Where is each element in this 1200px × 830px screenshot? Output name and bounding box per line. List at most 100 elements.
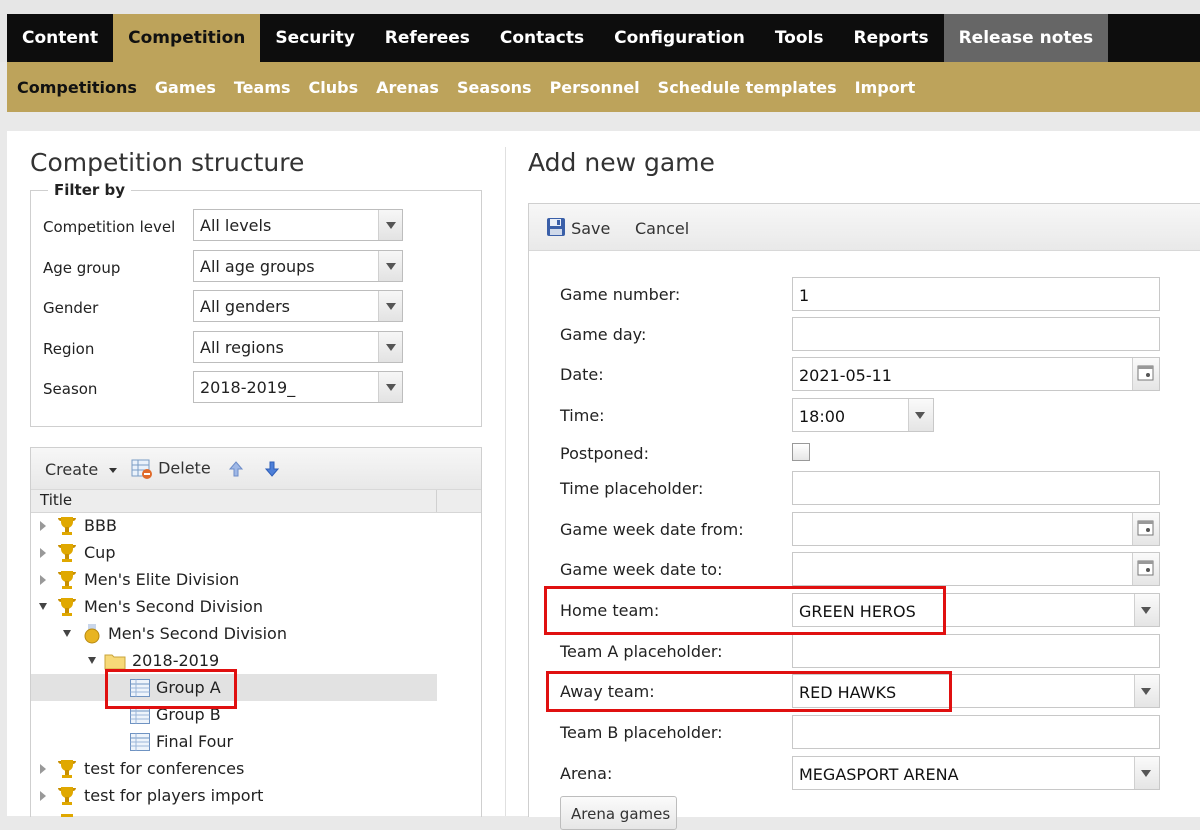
delete-button[interactable]: Delete	[131, 458, 211, 480]
tree-node[interactable]: test for players import	[31, 782, 437, 809]
expand-arrow-icon[interactable]	[40, 764, 46, 774]
field-label: Game week date from:	[560, 520, 744, 539]
expand-arrow-icon[interactable]	[40, 575, 46, 585]
chevron-down-icon[interactable]	[378, 372, 402, 402]
collapse-arrow-icon[interactable]	[88, 657, 96, 664]
tree-node-label: Group B	[156, 705, 221, 724]
subnav-import[interactable]: Import	[846, 78, 925, 97]
subnav-personnel[interactable]: Personnel	[541, 78, 649, 97]
week-date-to-input[interactable]	[792, 552, 1160, 586]
tree-node[interactable]: Men's Elite Division	[31, 566, 437, 593]
expand-arrow-icon[interactable]	[40, 548, 46, 558]
tree-node-label: test for conferences	[84, 759, 245, 778]
postponed-checkbox[interactable]	[792, 443, 810, 461]
nav-security[interactable]: Security	[260, 14, 369, 62]
nav-competition[interactable]: Competition	[113, 14, 261, 62]
chevron-down-icon[interactable]	[1134, 675, 1159, 707]
medal-icon	[84, 624, 100, 644]
filter-legend: Filter by	[48, 181, 132, 199]
team-b-placeholder-input[interactable]	[792, 715, 1160, 749]
chevron-down-icon[interactable]	[908, 399, 933, 431]
save-label: Save	[571, 219, 611, 238]
caret-down-icon	[109, 468, 118, 473]
chevron-down-icon[interactable]	[378, 291, 402, 321]
tree-node[interactable]: Final Four	[31, 728, 437, 755]
collapse-arrow-icon[interactable]	[39, 603, 47, 610]
expand-arrow-icon[interactable]	[40, 791, 46, 801]
chevron-down-icon[interactable]	[378, 210, 402, 240]
nav-contacts[interactable]: Contacts	[485, 14, 599, 62]
delete-label: Delete	[158, 458, 211, 478]
input-value: 1	[799, 286, 810, 305]
cancel-button[interactable]: Cancel	[635, 219, 689, 238]
team-a-placeholder-input[interactable]	[792, 634, 1160, 668]
subnav-games[interactable]: Games	[146, 78, 225, 97]
date-input[interactable]: 2021-05-11	[792, 357, 1160, 391]
chevron-down-icon[interactable]	[378, 251, 402, 281]
calendar-icon[interactable]	[1132, 553, 1159, 585]
save-button[interactable]: Save	[546, 217, 610, 238]
subnav-seasons[interactable]: Seasons	[448, 78, 541, 97]
nav-release-notes[interactable]: Release notes	[943, 14, 1109, 62]
competition-level-select[interactable]: All levels	[193, 209, 403, 241]
tree-node[interactable]: test for conferences	[31, 755, 437, 782]
chevron-down-icon[interactable]	[1134, 757, 1159, 789]
column-separator	[436, 490, 437, 512]
nav-content[interactable]: Content	[7, 14, 113, 62]
gender-select[interactable]: All genders	[193, 290, 403, 322]
input-value: MEGASPORT ARENA	[799, 765, 959, 784]
calendar-glyph-icon	[1137, 365, 1154, 381]
move-up-icon[interactable]	[229, 461, 243, 477]
form-row-home-team: Home team: GREEN HEROS	[529, 593, 1200, 627]
nav-tools[interactable]: Tools	[760, 14, 839, 62]
tree-node[interactable]: Men's Second Division	[31, 620, 437, 647]
nav-configuration[interactable]: Configuration	[599, 14, 760, 62]
filter-row-level: Competition level All levels	[43, 209, 473, 243]
subnav-clubs[interactable]: Clubs	[300, 78, 368, 97]
game-number-input[interactable]: 1	[792, 277, 1160, 311]
collapse-arrow-icon[interactable]	[63, 630, 71, 637]
tree-node-label: Men's Second Division	[84, 597, 263, 616]
form-row-game-number: Game number: 1	[529, 277, 1200, 311]
calendar-icon[interactable]	[1132, 513, 1159, 545]
home-team-select[interactable]: GREEN HEROS	[792, 593, 1160, 627]
subnav-arenas[interactable]: Arenas	[367, 78, 448, 97]
chevron-down-icon[interactable]	[1134, 594, 1159, 626]
time-placeholder-input[interactable]	[792, 471, 1160, 505]
calendar-icon[interactable]	[1132, 358, 1159, 390]
dropdown-arrow-icon	[1141, 688, 1151, 695]
arena-select[interactable]: MEGASPORT ARENA	[792, 756, 1160, 790]
tree-node[interactable]: BBB	[31, 512, 437, 539]
season-select[interactable]: 2018-2019_	[193, 371, 403, 403]
chevron-down-icon[interactable]	[378, 332, 402, 362]
field-label: Team B placeholder:	[560, 723, 723, 742]
arena-games-button[interactable]: Arena games	[560, 796, 677, 830]
tree-node-label: BBB	[84, 516, 117, 535]
nav-reports[interactable]: Reports	[838, 14, 943, 62]
panel-divider	[505, 147, 506, 816]
create-button[interactable]: Create	[45, 460, 118, 479]
time-select[interactable]: 18:00	[792, 398, 934, 432]
tree-node[interactable]: Men's Second Division	[31, 593, 437, 620]
expand-arrow-icon[interactable]	[40, 521, 46, 531]
away-team-select[interactable]: RED HAWKS	[792, 674, 1160, 708]
nav-referees[interactable]: Referees	[370, 14, 485, 62]
subnav-competitions[interactable]: Competitions	[7, 78, 146, 97]
subnav-schedule-templates[interactable]: Schedule templates	[649, 78, 846, 97]
age-group-select[interactable]: All age groups	[193, 250, 403, 282]
game-day-input[interactable]	[792, 317, 1160, 351]
field-label: Time:	[560, 406, 605, 425]
trophy-icon	[61, 814, 73, 817]
tree-node[interactable]: Cup	[31, 539, 437, 566]
title-column-header[interactable]: Title	[40, 491, 72, 509]
move-down-icon[interactable]	[265, 461, 279, 477]
week-date-from-input[interactable]	[792, 512, 1160, 546]
sub-nav: Competitions Games Teams Clubs Arenas Se…	[7, 62, 1200, 112]
subnav-teams[interactable]: Teams	[225, 78, 300, 97]
region-select[interactable]: All regions	[193, 331, 403, 363]
trophy-icon	[58, 787, 76, 805]
tree-node[interactable]: Group B	[31, 701, 437, 728]
tree-node[interactable]: 2018-2019	[31, 647, 437, 674]
tree-node-label: Men's Second Division	[108, 624, 287, 643]
tree-node-selected[interactable]: Group A	[31, 674, 437, 701]
